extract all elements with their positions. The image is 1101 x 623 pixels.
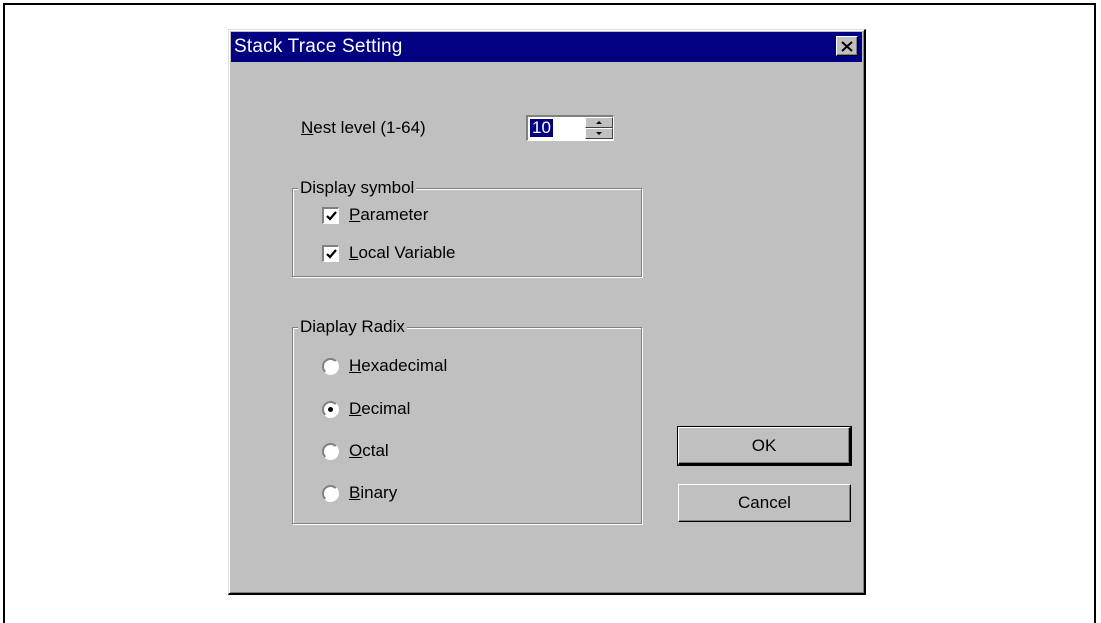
radio-decimal[interactable] <box>322 400 339 418</box>
display-symbol-group: Display symbol <box>292 178 642 277</box>
cancel-button[interactable]: Cancel <box>678 484 851 522</box>
display-symbol-legend: Display symbol <box>298 178 417 198</box>
nest-level-label: Nest level (1-64) <box>301 118 426 138</box>
spin-down-arrow-icon <box>596 132 602 135</box>
title-bar[interactable]: Stack Trace Setting <box>231 32 862 62</box>
spin-up-down-icon[interactable] <box>585 117 613 139</box>
radio-octal[interactable] <box>322 442 339 460</box>
radio-selected-dot-icon <box>328 406 333 412</box>
octal-label: Octal <box>349 441 389 460</box>
checkmark-icon <box>325 210 337 221</box>
display-radix-legend: Diaplay Radix <box>298 317 407 337</box>
local-variable-checkbox[interactable] <box>322 244 339 262</box>
parameter-checkbox[interactable] <box>322 206 339 224</box>
nest-level-mnemonic: N <box>301 118 314 137</box>
radio-binary-row[interactable]: Binary <box>322 483 397 503</box>
radio-decimal-row[interactable]: Decimal <box>322 399 410 419</box>
radio-hexadecimal[interactable] <box>322 357 339 375</box>
spin-up-button[interactable] <box>585 117 613 128</box>
ok-button[interactable]: OK <box>677 426 852 466</box>
radio-octal-row[interactable]: Octal <box>322 441 389 461</box>
checkmark-icon <box>325 248 337 259</box>
close-button[interactable] <box>836 36 858 56</box>
parameter-checkbox-row[interactable]: Parameter <box>322 205 428 225</box>
close-x-icon <box>841 40 853 52</box>
local-variable-label: Local Variable <box>349 243 456 262</box>
nest-level-label-text: est level (1-64) <box>313 118 426 137</box>
spin-down-button[interactable] <box>585 128 613 139</box>
radio-hexadecimal-row[interactable]: Hexadecimal <box>322 356 447 376</box>
radio-binary[interactable] <box>322 484 339 502</box>
binary-label: Binary <box>349 483 398 502</box>
spin-up-arrow-icon <box>596 121 602 124</box>
dialog-title: Stack Trace Setting <box>234 36 403 57</box>
stack-trace-setting-dialog: Stack Trace Setting Nest level (1-64) 10… <box>228 29 866 595</box>
nest-level-spinbox[interactable]: 10 <box>526 115 614 141</box>
local-variable-checkbox-row[interactable]: Local Variable <box>322 243 456 263</box>
parameter-label: Parameter <box>349 205 429 224</box>
decimal-label: Decimal <box>349 399 411 418</box>
hexadecimal-label: Hexadecimal <box>349 356 448 375</box>
nest-level-value[interactable]: 10 <box>530 119 553 137</box>
